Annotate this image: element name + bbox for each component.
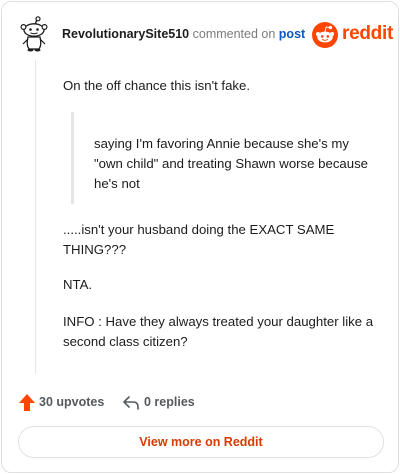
reddit-wordmark: reddit <box>342 23 393 44</box>
replies-count: 0 replies <box>144 395 195 409</box>
view-more-button[interactable]: View more on Reddit <box>18 426 384 458</box>
comment-attribution: RevolutionarySite510 commented on post <box>62 26 305 42</box>
reply-arrow-icon <box>122 393 140 412</box>
snoo-avatar-icon[interactable] <box>18 16 52 52</box>
action-text: commented on <box>192 27 276 41</box>
comment-actions: 30 upvotes 0 replies <box>18 393 378 413</box>
comment-embed-card: RevolutionarySite510 commented on post r <box>1 1 399 473</box>
blockquote-text: saying I'm favoring Annie because she's … <box>94 136 369 191</box>
upvote-count: 30 upvotes <box>39 395 105 409</box>
thread-line <box>35 60 36 374</box>
comment-paragraph: .....isn't your husband doing the EXACT … <box>63 222 335 257</box>
post-link[interactable]: post <box>279 27 305 41</box>
comment-paragraph: NTA. <box>63 277 93 292</box>
comment-paragraph: INFO : Have they always treated your dau… <box>63 314 374 349</box>
username-link[interactable]: RevolutionarySite510 <box>62 27 189 41</box>
comment-header: RevolutionarySite510 commented on post r <box>2 2 400 64</box>
reddit-logo-icon <box>312 22 338 48</box>
comment-paragraph: On the off chance this isn't fake. <box>63 78 251 93</box>
upvote-arrow-icon <box>18 393 36 412</box>
blockquote: saying I'm favoring Annie because she's … <box>71 112 383 204</box>
